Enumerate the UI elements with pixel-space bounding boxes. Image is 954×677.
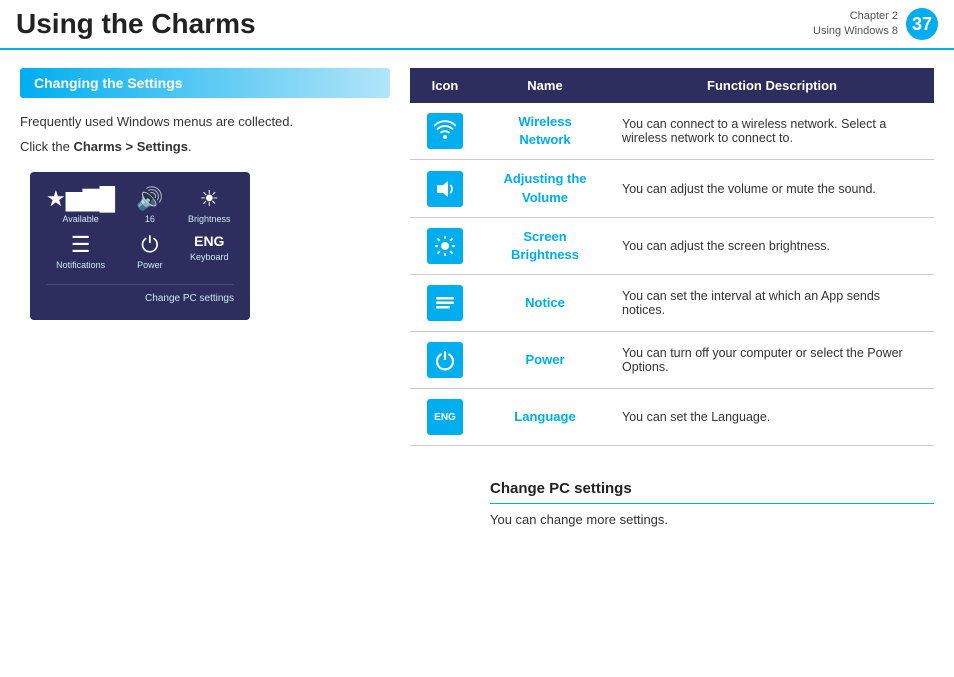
charm-keyboard-label: Keyboard <box>190 252 229 262</box>
desc-language: You can set the Language. <box>610 389 934 446</box>
table-row: Adjusting theVolume You can adjust the v… <box>410 160 934 217</box>
charm-item-available: ★▆▇█ Available <box>46 188 115 224</box>
main-content: Changing the Settings Frequently used Wi… <box>0 50 954 456</box>
change-pc-text: You can change more settings. <box>490 512 934 527</box>
charm-grid: ★▆▇█ Available 🔊 16 ☀ Brightness ☰ Notif… <box>46 188 234 270</box>
name-volume: Adjusting theVolume <box>480 160 610 217</box>
notifications-charm-icon: ☰ <box>71 234 91 256</box>
power-icon <box>427 342 463 378</box>
charm-volume-label: 16 <box>145 214 155 224</box>
right-column: Icon Name Function Description <box>410 68 934 446</box>
intro-line2: Click the Charms > Settings. <box>20 137 390 158</box>
page-title: Using the Charms <box>16 8 813 40</box>
name-notice: Notice <box>480 275 610 332</box>
col-description: Function Description <box>610 68 934 103</box>
language-icon: ENG <box>427 399 463 435</box>
desc-notice: You can set the interval at which an App… <box>610 275 934 332</box>
table-row: ScreenBrightness You can adjust the scre… <box>410 217 934 274</box>
power-charm-icon: ⏻ <box>141 234 158 256</box>
bottom-section: Change PC settings You can change more s… <box>0 456 954 537</box>
page-header: Using the Charms Chapter 2 Using Windows… <box>0 0 954 50</box>
page-number: 37 <box>906 8 938 40</box>
left-column: Changing the Settings Frequently used Wi… <box>20 68 390 446</box>
icon-cell-notice <box>410 275 480 332</box>
charm-brightness-label: Brightness <box>188 214 231 224</box>
charm-power-label: Power <box>137 260 163 270</box>
brightness-icon <box>427 228 463 264</box>
icon-cell-language: ENG <box>410 389 480 446</box>
desc-brightness: You can adjust the screen brightness. <box>610 217 934 274</box>
notice-icon <box>427 285 463 321</box>
desc-wireless: You can connect to a wireless network. S… <box>610 103 934 160</box>
icon-cell-wireless <box>410 103 480 160</box>
wireless-icon <box>427 113 463 149</box>
charm-footer: Change PC settings <box>46 284 234 304</box>
table-row: Notice You can set the interval at which… <box>410 275 934 332</box>
charm-notifications-label: Notifications <box>56 260 105 270</box>
charm-screenshot: ★▆▇█ Available 🔊 16 ☀ Brightness ☰ Notif… <box>30 172 250 320</box>
name-brightness: ScreenBrightness <box>480 217 610 274</box>
keyboard-charm-icon: ENG <box>194 234 224 248</box>
intro-bold: Charms > Settings <box>73 139 188 154</box>
charm-item-keyboard: ENG Keyboard <box>185 234 234 270</box>
table-header-row: Icon Name Function Description <box>410 68 934 103</box>
desc-volume: You can adjust the volume or mute the so… <box>610 160 934 217</box>
icon-cell-brightness <box>410 217 480 274</box>
volume-icon <box>427 171 463 207</box>
volume-charm-icon: 🔊 <box>136 188 163 210</box>
name-language: Language <box>480 389 610 446</box>
col-icon: Icon <box>410 68 480 103</box>
col-name: Name <box>480 68 610 103</box>
intro-end: . <box>188 139 192 154</box>
intro-line1: Frequently used Windows menus are collec… <box>20 112 390 133</box>
charm-available-label: Available <box>62 214 98 224</box>
table-row: ENG Language You can set the Language. <box>410 389 934 446</box>
settings-table: Icon Name Function Description <box>410 68 934 446</box>
name-wireless: WirelessNetwork <box>480 103 610 160</box>
chapter-info: Chapter 2 Using Windows 8 <box>813 9 898 40</box>
table-row: Power You can turn off your computer or … <box>410 332 934 389</box>
chapter-sublabel: Using Windows 8 <box>813 25 898 37</box>
change-pc-title: Change PC settings <box>490 480 934 504</box>
charm-item-notifications: ☰ Notifications <box>46 234 115 270</box>
icon-cell-power <box>410 332 480 389</box>
charm-item-power: ⏻ Power <box>125 234 174 270</box>
wifi-charm-icon: ★▆▇█ <box>46 188 115 210</box>
chapter-label: Chapter 2 <box>850 10 898 22</box>
desc-power: You can turn off your computer or select… <box>610 332 934 389</box>
icon-cell-volume <box>410 160 480 217</box>
table-row: WirelessNetwork You can connect to a wir… <box>410 103 934 160</box>
intro-plain: Click the <box>20 139 73 154</box>
name-power: Power <box>480 332 610 389</box>
brightness-charm-icon: ☀ <box>199 188 219 210</box>
charm-item-brightness: ☀ Brightness <box>185 188 234 224</box>
charm-item-volume: 🔊 16 <box>125 188 174 224</box>
section-title: Changing the Settings <box>20 68 390 98</box>
